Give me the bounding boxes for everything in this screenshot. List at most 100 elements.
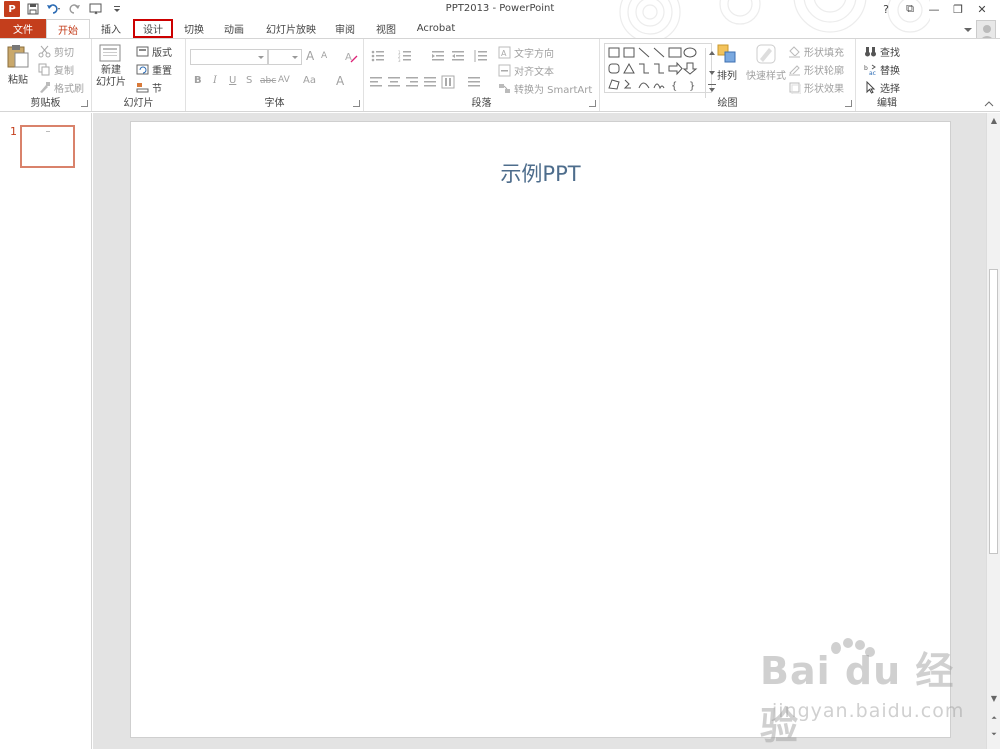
scrollbar-thumb[interactable]: [989, 269, 998, 554]
format-painter-button[interactable]: 格式刷: [38, 80, 84, 95]
align-text-button[interactable]: 对齐文本: [498, 63, 554, 78]
group-paragraph: 123 A 文字方向 对齐文本 转换为 SmartArt 段落: [364, 39, 600, 111]
new-slide-icon: [99, 44, 121, 62]
collapse-ribbon-icon[interactable]: [984, 101, 994, 107]
pencil-icon: [789, 65, 800, 76]
underline-button[interactable]: U: [229, 75, 236, 86]
bold-button[interactable]: B: [194, 75, 202, 86]
user-area: [964, 20, 996, 40]
tab-acrobat[interactable]: Acrobat: [410, 19, 462, 38]
replace-icon: bac: [864, 64, 876, 76]
previous-slide-icon[interactable]: ⏶: [989, 713, 999, 723]
slide-title[interactable]: 示例PPT: [131, 158, 950, 188]
svg-text:ac: ac: [869, 70, 876, 76]
baidu-jingyan-watermark: Bai du 经验 jingyan.baidu.com: [760, 638, 963, 748]
text-direction-button[interactable]: A 文字方向: [498, 45, 554, 60]
align-text-icon: [498, 64, 511, 77]
cut-button[interactable]: 剪切: [38, 44, 74, 59]
character-spacing-button[interactable]: AV: [278, 75, 290, 85]
select-button[interactable]: 选择: [864, 80, 900, 95]
find-button[interactable]: 查找: [864, 44, 900, 59]
paragraph-launcher-icon[interactable]: [589, 100, 596, 107]
shapes-gallery[interactable]: {}: [604, 43, 716, 98]
slide-thumbnail-pane: 1: [0, 113, 92, 749]
brush-icon: [40, 82, 50, 93]
layout-icon: [136, 46, 149, 57]
next-slide-icon[interactable]: ⏷: [989, 729, 999, 739]
tab-transitions[interactable]: 切换: [175, 19, 213, 38]
strikethrough-button[interactable]: abc: [260, 76, 276, 86]
grow-font-button[interactable]: A: [306, 49, 314, 63]
account-dropdown-icon[interactable]: [964, 27, 972, 33]
drawing-launcher-icon[interactable]: [845, 100, 852, 107]
group-editing: 查找 b ac 替换 选择 编辑: [856, 39, 918, 111]
font-color-button[interactable]: A: [336, 74, 344, 88]
shape-effects-button[interactable]: 形状效果: [788, 80, 844, 95]
change-case-button[interactable]: Aa: [303, 75, 316, 86]
tab-review[interactable]: 审阅: [328, 19, 362, 38]
watermark-url: jingyan.baidu.com: [772, 700, 965, 722]
font-size-combobox[interactable]: [268, 49, 302, 65]
layout-button[interactable]: 版式: [136, 44, 172, 59]
scroll-up-icon[interactable]: ▲: [989, 115, 999, 125]
group-font: A A A B I U S abc AV Aa A 字体: [186, 39, 364, 111]
reset-icon: [136, 64, 149, 75]
group-label-drawing: 绘图: [717, 98, 738, 109]
tab-slideshow[interactable]: 幻灯片放映: [258, 19, 324, 38]
alignment-icons[interactable]: [370, 75, 490, 89]
shapes-gallery-icons: {}: [608, 47, 698, 92]
paste-label: 粘贴: [8, 75, 28, 86]
shape-outline-button[interactable]: 形状轮廓: [788, 62, 844, 77]
clipboard-launcher-icon[interactable]: [81, 100, 88, 107]
help-button[interactable]: ?: [874, 1, 898, 17]
italic-button[interactable]: I: [213, 75, 217, 86]
group-drawing: {} 排列 快速样式 形状填充 形状轮廓 形状效果 绘图: [600, 39, 856, 111]
svg-text:b: b: [864, 65, 868, 72]
quick-styles-button[interactable]: 快速样式: [746, 43, 786, 82]
window-title: PPT2013 - PowerPoint: [445, 3, 555, 14]
tab-design[interactable]: 设计: [133, 19, 173, 38]
ribbon: 粘贴 剪切 复制 格式刷 剪贴板 新建 幻灯片 版式 重置 节 幻灯片 A A …: [0, 38, 1000, 112]
list-indent-icons[interactable]: 123: [370, 49, 490, 63]
shape-fill-button[interactable]: 形状填充: [788, 44, 844, 59]
title-bar: P PPT2013 - PowerPoint ? ⧉ — ❐ ✕: [0, 0, 1000, 43]
group-label-font: 字体: [264, 98, 285, 109]
svg-text:3: 3: [398, 58, 401, 63]
copy-icon: [38, 63, 50, 76]
restore-button[interactable]: ❐: [946, 1, 970, 17]
arrange-button[interactable]: 排列: [716, 43, 738, 82]
tab-animations[interactable]: 动画: [215, 19, 253, 38]
close-button[interactable]: ✕: [970, 1, 994, 17]
quick-styles-icon: [756, 44, 776, 64]
ribbon-tabs: 文件 开始 插入 设计 切换 动画 幻灯片放映 审阅 视图 Acrobat: [0, 19, 1000, 40]
cursor-arrow-icon: [866, 81, 876, 94]
paste-button[interactable]: 粘贴: [6, 43, 30, 86]
reset-button[interactable]: 重置: [136, 62, 172, 77]
tab-insert[interactable]: 插入: [92, 19, 130, 38]
copy-button[interactable]: 复制: [38, 62, 74, 77]
group-label-clipboard: 剪贴板: [30, 98, 61, 109]
group-slides: 新建 幻灯片 版式 重置 节 幻灯片: [92, 39, 186, 111]
binoculars-icon: [865, 47, 876, 57]
tab-home[interactable]: 开始: [46, 19, 90, 39]
group-clipboard: 粘贴 剪切 复制 格式刷 剪贴板: [0, 39, 92, 111]
section-button[interactable]: 节: [136, 80, 162, 95]
clear-formatting-icon[interactable]: A: [344, 50, 358, 63]
ribbon-display-options-button[interactable]: ⧉: [898, 1, 922, 17]
replace-button[interactable]: b ac 替换: [864, 62, 900, 77]
text-shadow-button[interactable]: S: [246, 75, 252, 86]
tab-view[interactable]: 视图: [368, 19, 404, 38]
tab-file[interactable]: 文件: [0, 19, 46, 38]
new-slide-button[interactable]: 新建 幻灯片: [96, 43, 126, 89]
watermark-logo: Bai du 经验: [760, 649, 955, 748]
font-name-combobox[interactable]: [190, 49, 268, 65]
paste-icon: [7, 45, 29, 68]
avatar[interactable]: [976, 20, 996, 40]
minimize-button[interactable]: —: [922, 1, 946, 17]
slide-thumbnail[interactable]: [20, 125, 75, 168]
shrink-font-button[interactable]: A: [321, 51, 327, 61]
vertical-scrollbar[interactable]: ▲ ▼ ⏶ ⏷: [986, 113, 1000, 749]
group-label-slides: 幻灯片: [123, 98, 154, 109]
font-launcher-icon[interactable]: [353, 100, 360, 107]
scroll-down-icon[interactable]: ▼: [989, 693, 999, 703]
